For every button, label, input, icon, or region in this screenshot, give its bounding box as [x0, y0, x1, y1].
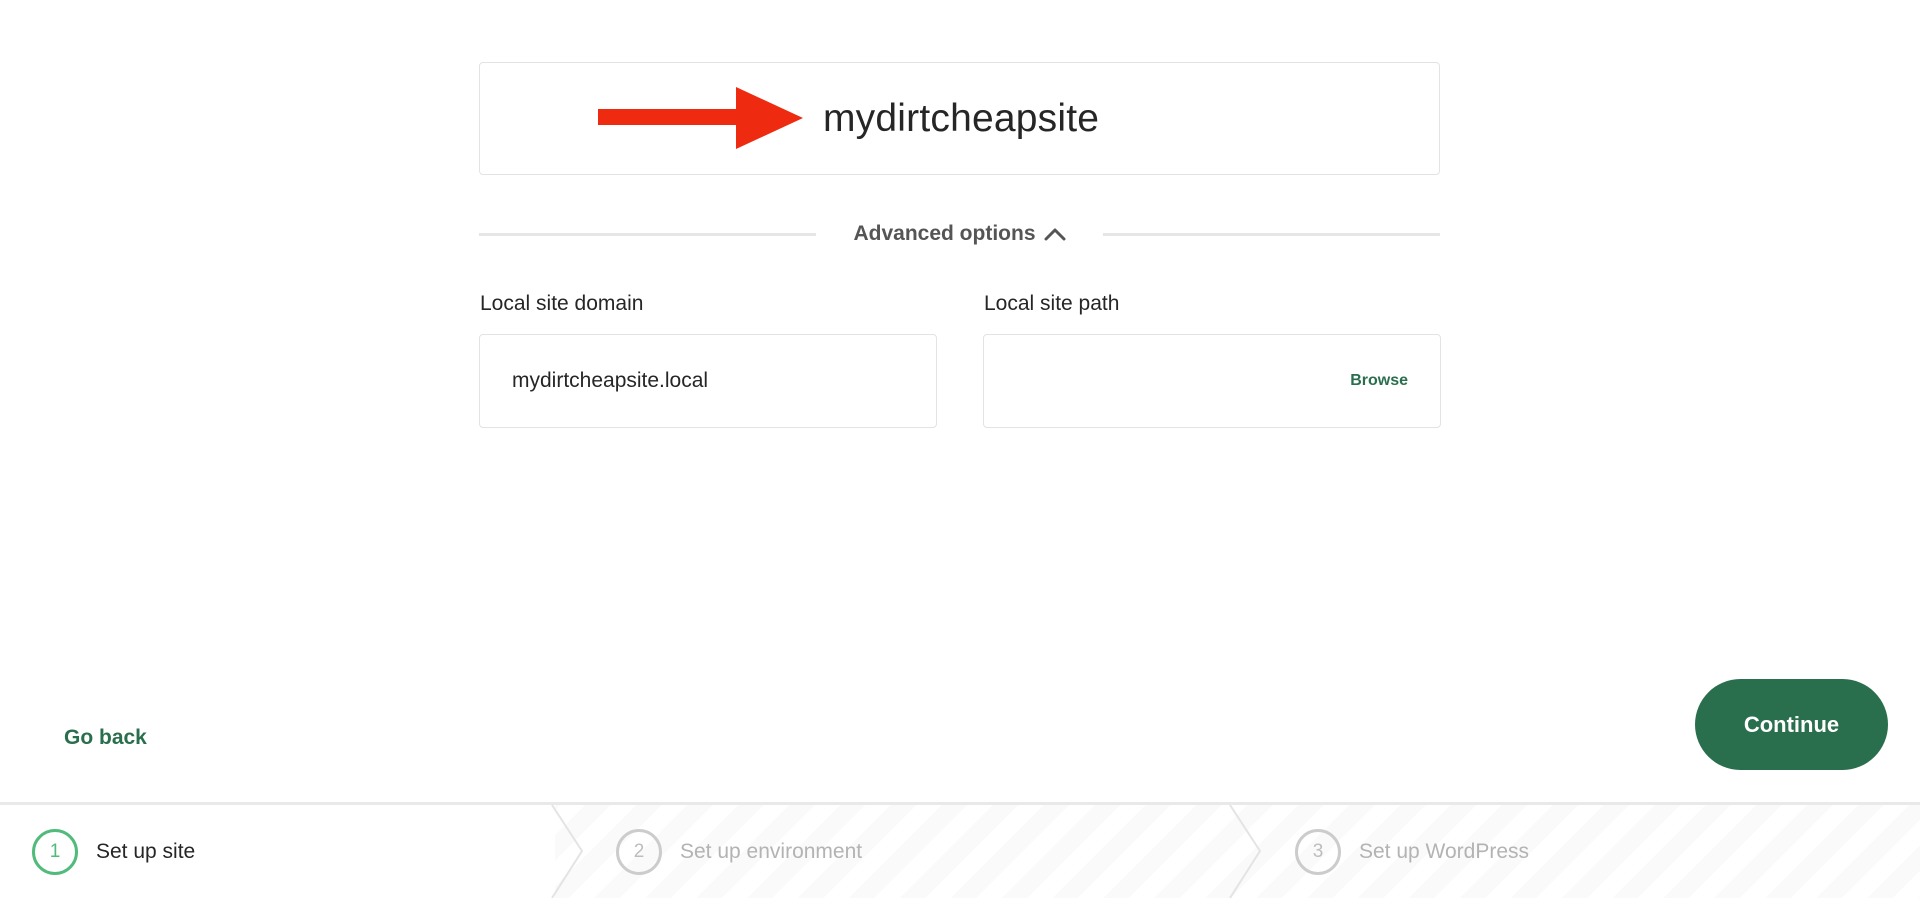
- step-number-badge: 3: [1295, 828, 1341, 875]
- advanced-options-divider: Advanced options: [479, 214, 1440, 254]
- progress-stepper: 1 Set up site 2 Set up environment 3 Set…: [0, 802, 1920, 898]
- step-separator: [1229, 805, 1262, 898]
- step-label: Set up environment: [680, 839, 863, 863]
- step-set-up-environment: 2 Set up environment: [616, 805, 862, 898]
- step-separator: [551, 805, 584, 898]
- step-number-badge: 1: [32, 828, 78, 875]
- step-set-up-wordpress: 3 Set up WordPress: [1295, 805, 1529, 898]
- local-site-domain-label: Local site domain: [480, 292, 644, 315]
- site-name-value[interactable]: mydirtcheapsite: [823, 63, 1099, 174]
- local-site-domain-input[interactable]: [512, 335, 912, 427]
- advanced-options-toggle[interactable]: Advanced options: [816, 214, 1103, 254]
- local-site-path-label: Local site path: [984, 292, 1120, 315]
- chevron-up-icon: [1044, 228, 1066, 241]
- advanced-options-label: Advanced options: [853, 222, 1036, 245]
- divider-line-right: [1103, 233, 1440, 236]
- local-site-domain-field[interactable]: [479, 334, 937, 428]
- local-site-path-field[interactable]: Browse: [983, 334, 1441, 428]
- new-site-wizard: mydirtcheapsite Advanced options Local s…: [0, 0, 1920, 898]
- local-site-path-input[interactable]: [1016, 335, 1316, 427]
- go-back-link[interactable]: Go back: [64, 726, 147, 750]
- step-number-badge: 2: [616, 828, 662, 875]
- site-name-field[interactable]: mydirtcheapsite: [479, 62, 1440, 175]
- step-set-up-site: 1 Set up site: [32, 805, 195, 898]
- browse-button[interactable]: Browse: [1350, 335, 1408, 427]
- step-label: Set up WordPress: [1359, 839, 1530, 863]
- red-arrow-icon: [598, 87, 803, 149]
- continue-button[interactable]: Continue: [1695, 679, 1888, 770]
- divider-line-left: [479, 233, 816, 236]
- step-label: Set up site: [96, 839, 196, 863]
